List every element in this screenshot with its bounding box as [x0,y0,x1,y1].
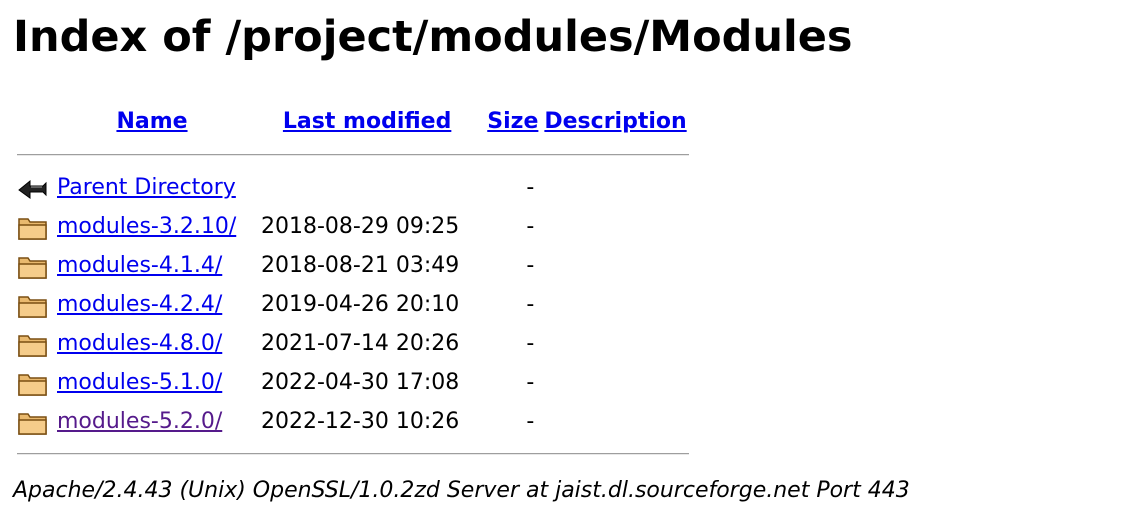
directory-link[interactable]: modules-5.1.0/ [57,370,222,395]
size-cell: - [526,370,535,395]
directory-link[interactable]: modules-4.1.4/ [57,253,222,278]
folder-icon [18,373,47,396]
sort-by-description-link[interactable]: Description [544,109,686,134]
directory-link[interactable]: modules-5.2.0/ [57,409,222,434]
size-cell: - [526,331,535,356]
directory-link[interactable]: modules-4.8.0/ [57,331,222,356]
description-cell [544,363,688,402]
list-item: modules-5.1.0/2022-04-30 17:08 - [17,363,689,402]
folder-icon [18,256,47,279]
description-cell [544,324,688,363]
parent-directory-row: Parent Directory - [17,168,689,207]
last-modified-cell: 2022-04-30 17:08 [261,370,460,395]
last-modified-cell: 2018-08-29 09:25 [261,214,460,239]
folder-icon [18,334,47,357]
size-cell: - [526,214,535,239]
size-cell: - [526,292,535,317]
list-item: modules-4.8.0/2021-07-14 20:26 - [17,324,689,363]
folder-icon [18,217,47,240]
server-signature: Apache/2.4.43 (Unix) OpenSSL/1.0.2zd Ser… [13,478,910,503]
parent-date-cell [253,168,481,207]
header-row: Name Last modified Size Description [17,100,689,142]
description-cell [544,285,688,324]
parent-directory-link[interactable]: Parent Directory [57,175,236,200]
back-icon [18,179,47,199]
sort-by-size-link[interactable]: Size [487,109,538,134]
directory-link[interactable]: modules-4.2.4/ [57,292,222,317]
page-title: Index of /project/modules/Modules [13,12,853,62]
last-modified-cell: 2022-12-30 10:26 [261,409,460,434]
header-divider [17,142,689,168]
size-cell: - [526,253,535,278]
icon-column-header [17,100,51,142]
list-item: modules-4.2.4/2019-04-26 20:10 - [17,285,689,324]
description-cell [544,402,688,441]
parent-size-cell: - [526,175,535,200]
description-cell [544,207,688,246]
description-cell [544,246,688,285]
parent-description-cell [544,168,688,207]
sort-by-last-modified-link[interactable]: Last modified [283,109,451,134]
directory-link[interactable]: modules-3.2.10/ [57,214,236,239]
folder-icon [18,412,47,435]
footer-divider [17,441,689,467]
list-item: modules-5.2.0/2022-12-30 10:26 - [17,402,689,441]
sort-by-name-link[interactable]: Name [116,109,187,134]
size-cell: - [526,409,535,434]
last-modified-column-header: Last modified [253,100,481,142]
directory-listing: Name Last modified Size Description Pare… [13,100,693,467]
name-column-header: Name [55,100,249,142]
last-modified-cell: 2021-07-14 20:26 [261,331,460,356]
description-column-header: Description [544,100,688,142]
last-modified-cell: 2018-08-21 03:49 [261,253,460,278]
list-item: modules-3.2.10/2018-08-29 09:25 - [17,207,689,246]
list-item: modules-4.1.4/2018-08-21 03:49 - [17,246,689,285]
last-modified-cell: 2019-04-26 20:10 [261,292,460,317]
size-column-header: Size [485,100,540,142]
folder-icon [18,295,47,318]
